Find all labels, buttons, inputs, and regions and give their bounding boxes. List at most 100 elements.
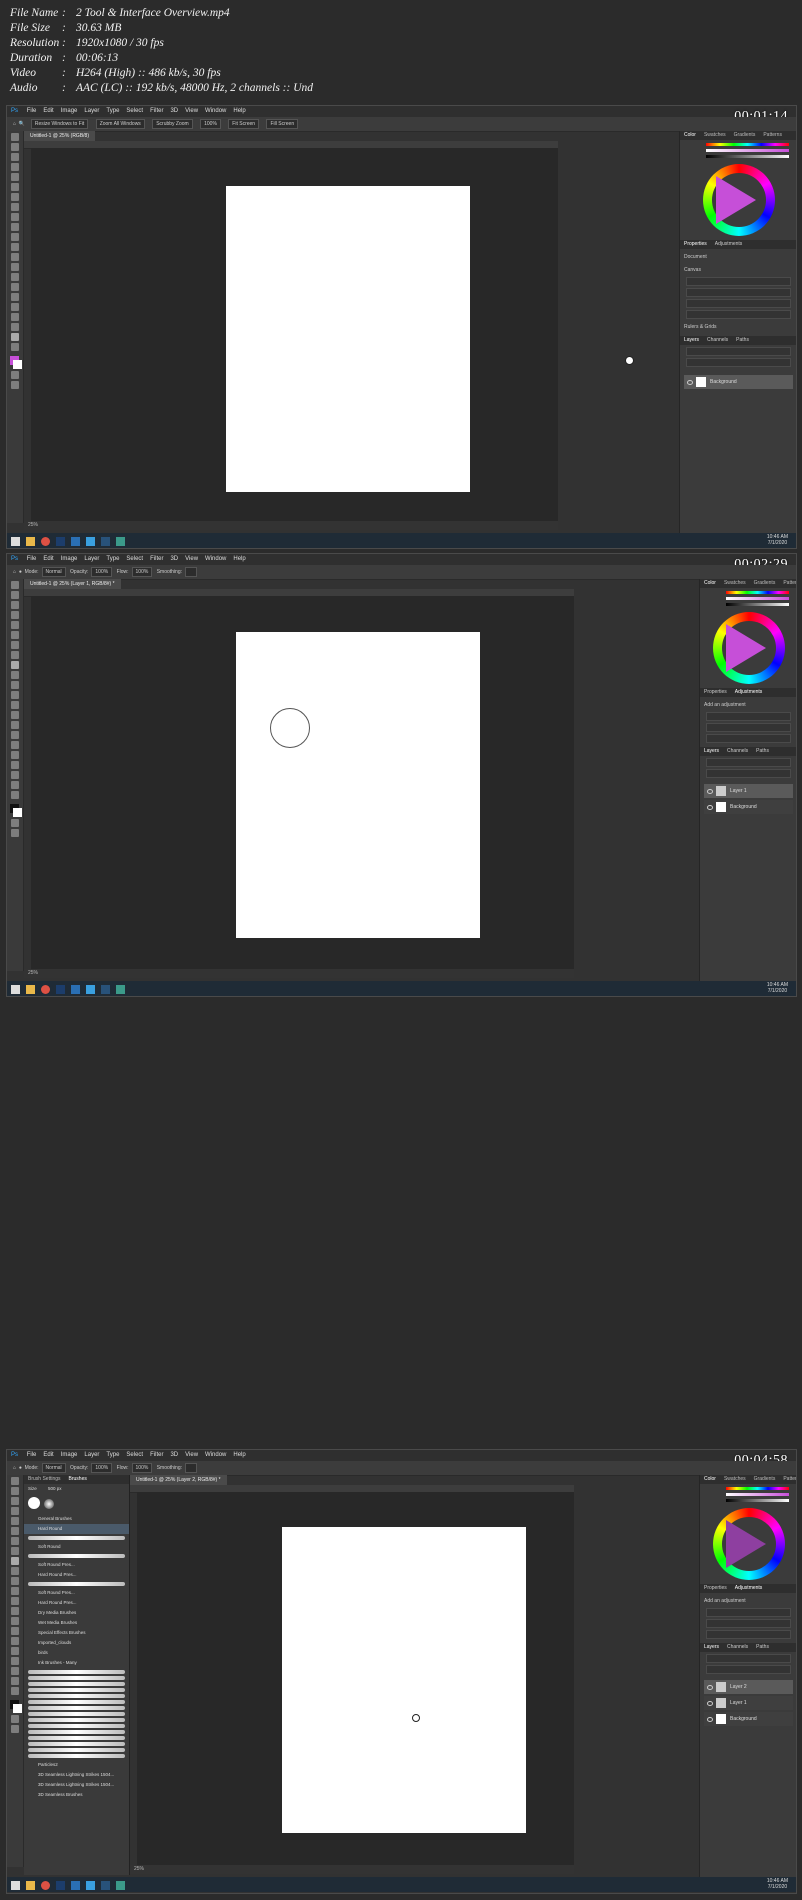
history-brush-icon[interactable] bbox=[11, 681, 19, 689]
crop-tool-icon[interactable] bbox=[11, 173, 19, 181]
menu-help[interactable]: Help bbox=[233, 108, 245, 114]
eye-icon[interactable] bbox=[687, 380, 693, 385]
brush-group-birds[interactable]: birds bbox=[24, 1648, 129, 1658]
menu-view[interactable]: View bbox=[185, 1452, 198, 1458]
app-icon[interactable] bbox=[71, 1881, 80, 1890]
start-icon[interactable] bbox=[11, 537, 20, 546]
height-field[interactable] bbox=[686, 288, 791, 297]
menu-file[interactable]: File bbox=[27, 1452, 37, 1458]
menu-window[interactable]: Window bbox=[205, 556, 226, 562]
tab-channels[interactable]: Channels bbox=[707, 337, 728, 343]
layer-filter[interactable] bbox=[706, 1654, 791, 1663]
explorer-icon[interactable] bbox=[26, 537, 35, 546]
hand-tool-icon[interactable] bbox=[11, 1667, 19, 1675]
brush-tip-preview[interactable] bbox=[28, 1497, 40, 1509]
opacity-input[interactable]: 100% bbox=[91, 567, 113, 577]
saturation-slider[interactable] bbox=[726, 1493, 789, 1496]
menu-layer[interactable]: Layer bbox=[84, 1452, 99, 1458]
color-triangle[interactable] bbox=[715, 176, 756, 224]
brush-tool-icon[interactable] bbox=[11, 213, 19, 221]
brush-group-general[interactable]: General Brushes bbox=[24, 1514, 129, 1524]
mail-icon[interactable] bbox=[86, 1881, 95, 1890]
option-zoom-all[interactable]: Zoom All Windows bbox=[95, 119, 145, 129]
tab-adjustments[interactable]: Adjustments bbox=[735, 1585, 763, 1591]
brush-group-3d[interactable]: 3D Seamless Brushes bbox=[24, 1790, 129, 1800]
tab-patterns[interactable]: Patterns bbox=[783, 580, 796, 586]
healing-tool-icon[interactable] bbox=[11, 651, 19, 659]
color-wheel[interactable] bbox=[712, 1508, 785, 1580]
adjustment-icons-row[interactable] bbox=[706, 734, 791, 743]
brush-group-imported-clouds[interactable]: Imported_clouds bbox=[24, 1638, 129, 1648]
option-fill-screen[interactable]: Fill Screen bbox=[266, 119, 299, 129]
healing-tool-icon[interactable] bbox=[11, 1547, 19, 1555]
ps-logo-icon[interactable]: Ps bbox=[11, 1452, 18, 1458]
brush-tip-preview[interactable] bbox=[44, 1499, 55, 1509]
blend-mode-select[interactable] bbox=[706, 769, 791, 778]
edit-toolbar-icon[interactable] bbox=[11, 791, 19, 799]
move-tool-icon[interactable] bbox=[11, 133, 19, 141]
zoom-tool-icon[interactable]: 🔍 bbox=[19, 121, 25, 127]
menu-layer[interactable]: Layer bbox=[84, 108, 99, 114]
option-resize-windows[interactable]: Resize Windows to Fit bbox=[30, 119, 89, 129]
tab-brushes[interactable]: Brushes bbox=[69, 1476, 87, 1482]
tab-color[interactable]: Color bbox=[704, 580, 716, 586]
canvas-area[interactable] bbox=[137, 1492, 574, 1865]
shape-tool-icon[interactable] bbox=[11, 761, 19, 769]
brush-tool-icon[interactable] bbox=[11, 661, 19, 669]
type-tool-icon[interactable] bbox=[11, 1637, 19, 1645]
tab-brush-settings[interactable]: Brush Settings bbox=[28, 1476, 61, 1482]
brush-preset[interactable]: Soft Round Pres... bbox=[24, 1560, 129, 1570]
app-icon[interactable] bbox=[71, 537, 80, 546]
ps-logo-icon[interactable]: Ps bbox=[11, 108, 18, 114]
eraser-tool-icon[interactable] bbox=[11, 691, 19, 699]
option-100-button[interactable]: 100% bbox=[200, 119, 221, 129]
photoshop-icon[interactable] bbox=[101, 537, 110, 546]
brightness-slider[interactable] bbox=[726, 603, 789, 606]
layer-row[interactable]: Background bbox=[684, 375, 793, 389]
menu-select[interactable]: Select bbox=[126, 1452, 143, 1458]
brush-group-lightning[interactable]: 3D Seamless Lightning Strikes 1504... bbox=[24, 1770, 129, 1780]
path-select-icon[interactable] bbox=[11, 303, 19, 311]
document-page[interactable] bbox=[226, 186, 470, 492]
tab-adjustments[interactable]: Adjustments bbox=[735, 689, 763, 695]
mail-icon[interactable] bbox=[86, 537, 95, 546]
menu-layer[interactable]: Layer bbox=[84, 556, 99, 562]
stamp-tool-icon[interactable] bbox=[11, 1567, 19, 1575]
lasso-tool-icon[interactable] bbox=[11, 153, 19, 161]
hand-tool-icon[interactable] bbox=[11, 771, 19, 779]
brush-preset[interactable]: Soft Round Pres... bbox=[24, 1588, 129, 1598]
tab-properties[interactable]: Properties bbox=[704, 689, 727, 695]
document-page[interactable] bbox=[282, 1527, 526, 1833]
dodge-tool-icon[interactable] bbox=[11, 273, 19, 281]
brush-size-row[interactable]: Size 500 px bbox=[24, 1484, 129, 1494]
blend-mode-select[interactable] bbox=[706, 1665, 791, 1674]
gradient-tool-icon[interactable] bbox=[11, 1597, 19, 1605]
tab-paths[interactable]: Paths bbox=[736, 337, 749, 343]
menu-image[interactable]: Image bbox=[61, 1452, 78, 1458]
history-brush-icon[interactable] bbox=[11, 233, 19, 241]
blur-tool-icon[interactable] bbox=[11, 263, 19, 271]
tab-adjustments[interactable]: Adjustments bbox=[715, 241, 743, 247]
brightness-slider[interactable] bbox=[706, 155, 789, 158]
eyedropper-tool-icon[interactable] bbox=[11, 641, 19, 649]
move-tool-icon[interactable] bbox=[11, 581, 19, 589]
home-icon[interactable]: ⌂ bbox=[13, 569, 16, 575]
frame-tool-icon[interactable] bbox=[11, 1527, 19, 1535]
recent-brushes-row[interactable] bbox=[28, 1496, 125, 1512]
color-triangle[interactable] bbox=[725, 624, 766, 672]
menu-select[interactable]: Select bbox=[126, 108, 143, 114]
menu-3d[interactable]: 3D bbox=[170, 556, 178, 562]
quick-select-tool-icon[interactable] bbox=[11, 1507, 19, 1515]
screen-mode-icon[interactable] bbox=[11, 829, 19, 837]
dodge-tool-icon[interactable] bbox=[11, 721, 19, 729]
flow-input[interactable]: 100% bbox=[131, 1463, 153, 1473]
quick-mask-icon[interactable] bbox=[11, 1715, 19, 1723]
brush-group-wet-media[interactable]: Wet Media Brushes bbox=[24, 1618, 129, 1628]
stamp-tool-icon[interactable] bbox=[11, 223, 19, 231]
photoshop-icon[interactable] bbox=[56, 537, 65, 546]
background-color-swatch[interactable] bbox=[13, 1704, 22, 1713]
eyedropper-tool-icon[interactable] bbox=[11, 193, 19, 201]
tab-patterns[interactable]: Patterns bbox=[763, 132, 782, 138]
layer-row[interactable]: Layer 1 bbox=[704, 1696, 793, 1710]
canvas-area[interactable] bbox=[31, 148, 634, 521]
